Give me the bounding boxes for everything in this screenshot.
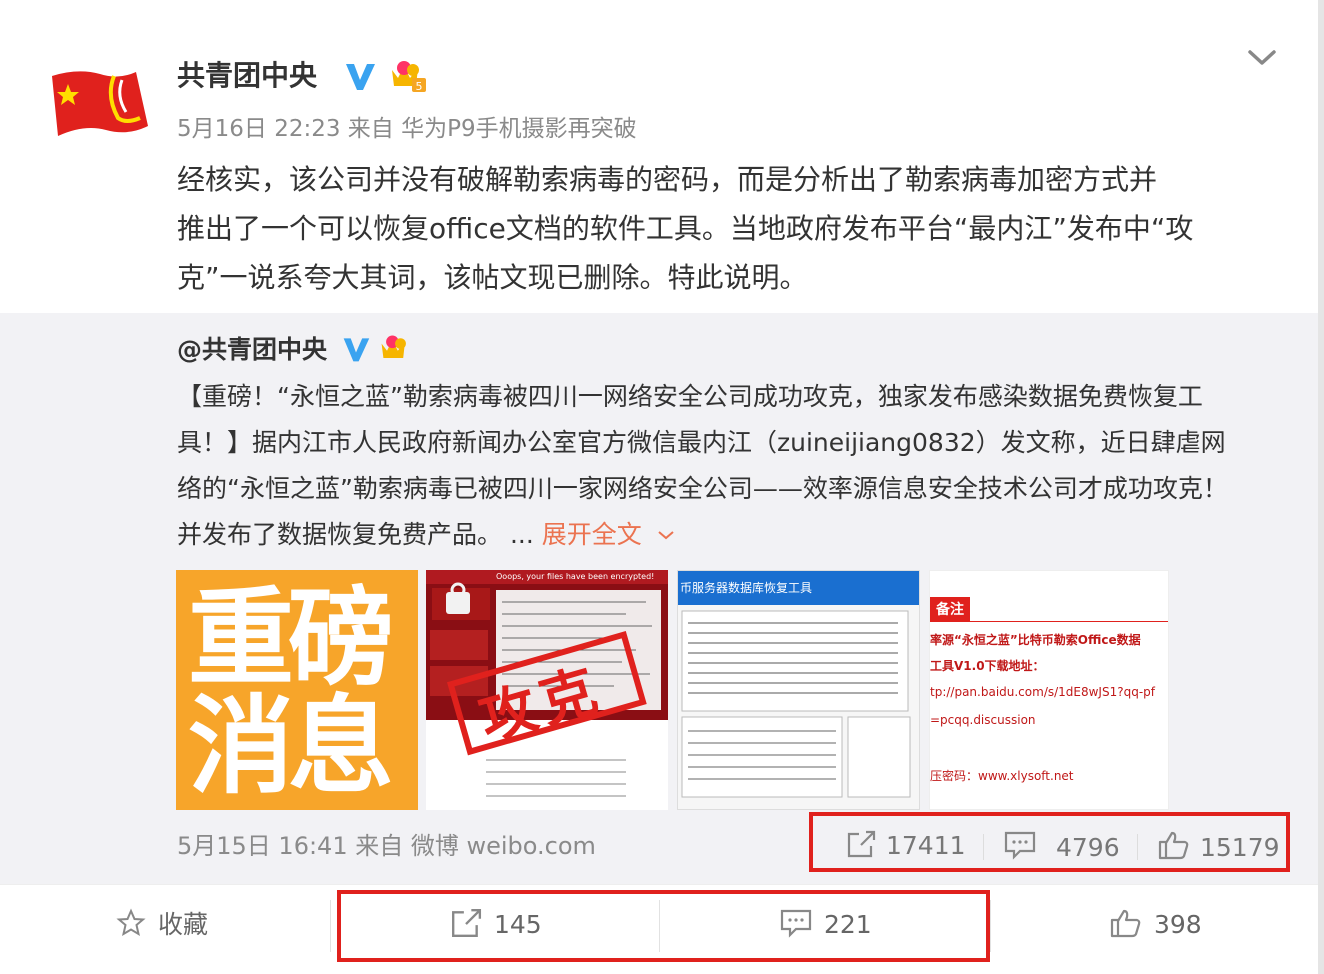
thumbnail-header-text: 币服务器数据库恢复工具 [680, 581, 813, 595]
forward-icon [847, 830, 876, 858]
thumbnail-caption: 重磅 [188, 577, 394, 700]
comment-icon [1004, 831, 1036, 860]
post-text-line: 推出了一个可以恢复office文档的软件工具。当地政府发布平台“最内江”发布中“… [177, 212, 1194, 245]
divider [330, 900, 331, 952]
note-line: 压密码：www.xlysoft.net [930, 769, 1074, 783]
chevron-down-icon [658, 531, 674, 540]
forward-icon [452, 909, 482, 937]
thumbnail-image[interactable]: 重磅 消息 [176, 570, 418, 810]
divider [659, 900, 660, 952]
post-text: 经核实，该公司并没有破解勒索病毒的密码，而是分析出了勒索病毒加密方式并 推出了一… [177, 155, 1277, 302]
like-button[interactable]: 398 [1110, 908, 1202, 942]
verified-icon [343, 338, 370, 362]
divider [990, 900, 991, 952]
thumbnail-image[interactable]: 备注 率源“永恒之蓝”比特币勒索Office数据 工具V1.0下载地址： tp:… [929, 570, 1169, 810]
divider [930, 621, 1168, 622]
thumbs-up-icon [1110, 909, 1141, 938]
recovery-tool-screenshot-image [678, 571, 919, 798]
comment-button[interactable]: 221 [780, 908, 872, 942]
repost-author[interactable]: @共青团中央 [177, 334, 327, 366]
post-meta: 5月16日 22:23 来自 华为P9手机摄影再突破 [177, 116, 637, 142]
thumbnail-header-text: Ooops, your files have been encrypted! [496, 572, 655, 581]
thumbnail-image[interactable]: 币服务器数据库恢复工具 [677, 570, 920, 810]
repost-text-line: 具！】据内江市人民政府新闻办公室官方微信最内江（zuineijiang0832）… [177, 428, 1226, 457]
note-line: 率源“永恒之蓝”比特币勒索Office数据 [930, 633, 1141, 647]
note-line: tp://pan.baidu.com/s/1dE8wJS1?qq-pf [930, 685, 1155, 699]
expand-full-text-link[interactable]: 展开全文 [542, 520, 676, 549]
repost-meta: 5月15日 16:41 来自 微博 weibo.com [177, 832, 596, 860]
thumbnail-caption: 消息 [188, 685, 394, 808]
repost-like-button[interactable]: 15179 [1158, 830, 1280, 864]
note-line: =pcqq.discussion [930, 713, 1036, 727]
author-name[interactable]: 共青团中央 [177, 58, 317, 94]
repost-forward-button[interactable]: 17411 [846, 830, 966, 862]
verified-icon [346, 64, 375, 90]
thumbs-up-icon [1158, 831, 1189, 860]
crown-badge-icon[interactable]: 5 [388, 58, 428, 94]
post-text-line: 克”一说系夸大其词，该帖文现已删除。特此说明。 [177, 261, 808, 294]
repost-text-line: 【重磅！“永恒之蓝”勒索病毒被四川一网络安全公司成功攻克，独家发布感染数据免费恢… [177, 382, 1203, 411]
note-line: 工具V1.0下载地址： [930, 659, 1045, 673]
scrollbar-track [1318, 0, 1324, 974]
svg-text:5: 5 [416, 80, 423, 93]
repost-text-line: 并发布了数据恢复免费产品。 ... 展开全文 [177, 512, 1297, 558]
repost-text: 【重磅！“永恒之蓝”勒索病毒被四川一网络安全公司成功攻克，独家发布感染数据免费恢… [177, 374, 1297, 558]
divider [1137, 834, 1138, 860]
weibo-card: 共青团中央 5 5月16日 22:23 来自 华为P9手机摄影再突破 经核实，该… [0, 0, 1324, 974]
thumbnail-image[interactable]: Ooops, your files have been encrypted! 攻… [426, 570, 668, 810]
star-icon [116, 908, 146, 937]
repost-comment-button[interactable]: 4796 [1004, 830, 1120, 864]
repost-text-line: 络的“永恒之蓝”勒索病毒已被四川一家网络安全公司——效率源信息安全技术公司才成功… [177, 474, 1228, 503]
crown-badge-icon[interactable] [378, 332, 414, 366]
divider [983, 834, 984, 860]
chevron-down-icon[interactable] [1244, 42, 1280, 72]
note-tag: 备注 [930, 597, 970, 621]
favorite-button[interactable]: 收藏 [116, 908, 208, 942]
forward-button[interactable]: 145 [450, 908, 542, 942]
avatar[interactable] [48, 66, 154, 140]
post-text-line: 经核实，该公司并没有破解勒索病毒的密码，而是分析出了勒索病毒加密方式并 [177, 163, 1158, 196]
comment-icon [780, 909, 812, 938]
